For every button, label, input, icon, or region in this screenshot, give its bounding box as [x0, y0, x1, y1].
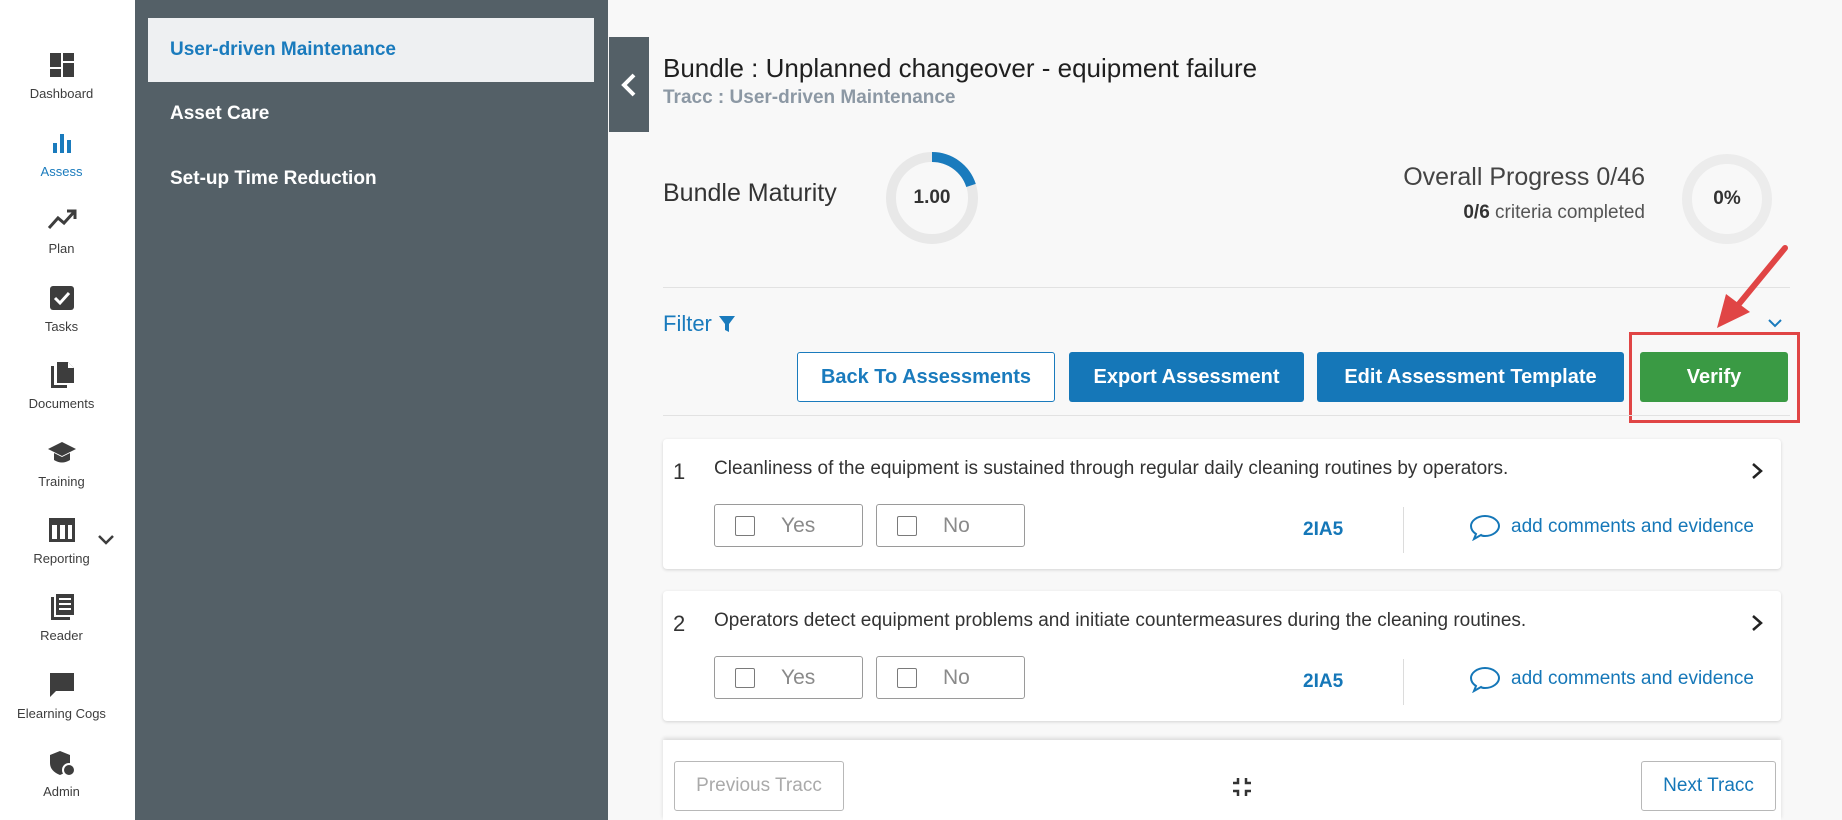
- documents-icon: [47, 360, 77, 390]
- expand-question-chevron-icon[interactable]: [1747, 611, 1767, 635]
- page-subtitle: Tracc : User-driven Maintenance: [663, 87, 956, 108]
- nav-item-label: Admin: [43, 784, 80, 799]
- no-checkbox[interactable]: [897, 515, 917, 536]
- criteria-code: 2IA5: [1303, 671, 1344, 692]
- export-assessment-button[interactable]: Export Assessment: [1069, 352, 1304, 402]
- nav-item-label: Training: [38, 474, 85, 489]
- icon-nav: Dashboard Assess Plan Tasks Documents Tr…: [0, 0, 135, 820]
- nav-item-tasks[interactable]: Tasks: [0, 283, 123, 334]
- previous-tracc-button[interactable]: Previous Tracc: [674, 761, 844, 811]
- back-to-assessments-button[interactable]: Back To Assessments: [797, 352, 1055, 402]
- filter-funnel-icon: [718, 316, 735, 332]
- nav-item-label: Assess: [40, 164, 83, 179]
- criteria-count: 0/6: [1463, 202, 1490, 223]
- bundle-maturity-label: Bundle Maturity: [663, 179, 837, 207]
- nav-item-dashboard[interactable]: Dashboard: [0, 50, 123, 101]
- overall-progress-percent: 0%: [1713, 188, 1741, 209]
- trend-icon: [47, 205, 77, 235]
- divider: [663, 415, 1790, 416]
- graduation-cap-icon: [47, 438, 77, 468]
- nav-item-label: Elearning Cogs: [17, 706, 106, 721]
- yes-option[interactable]: Yes: [714, 504, 863, 547]
- sidebar-item-asset-care[interactable]: Asset Care: [148, 82, 594, 146]
- divider: [663, 287, 1790, 288]
- chat-icon: [47, 670, 77, 700]
- nav-item-plan[interactable]: Plan: [0, 205, 123, 256]
- add-comments-label: add comments and evidence: [1511, 516, 1754, 537]
- question-text: Operators detect equipment problems and …: [714, 610, 1527, 631]
- nav-item-label: Reporting: [33, 551, 90, 566]
- nav-item-label: Reader: [40, 628, 83, 643]
- reporting-expand-chevron-icon[interactable]: [96, 530, 116, 550]
- add-comments-link[interactable]: add comments and evidence: [1469, 513, 1754, 541]
- yes-checkbox[interactable]: [735, 515, 755, 536]
- next-tracc-button[interactable]: Next Tracc: [1641, 761, 1776, 811]
- nav-item-label: Dashboard: [29, 86, 94, 101]
- reader-icon: [47, 592, 77, 622]
- nav-item-documents[interactable]: Documents: [0, 360, 123, 411]
- no-label: No: [943, 665, 970, 689]
- collapse-sidebar-button[interactable]: [609, 37, 649, 132]
- nav-item-assess[interactable]: Assess: [0, 128, 123, 179]
- no-option[interactable]: No: [876, 504, 1025, 547]
- question-number: 1: [673, 459, 686, 484]
- no-checkbox[interactable]: [897, 667, 917, 688]
- criteria-completed: 0/6 criteria completed: [1463, 202, 1645, 224]
- comment-bubble-icon: [1469, 514, 1501, 541]
- tracc-sidebar: User-driven Maintenance Asset Care Set-u…: [135, 0, 608, 820]
- bundle-maturity-value: 1.00: [913, 187, 951, 208]
- nav-item-training[interactable]: Training: [0, 438, 123, 489]
- bar-chart-icon: [47, 128, 77, 158]
- question-text: Cleanliness of the equipment is sustaine…: [714, 458, 1509, 479]
- question-number: 2: [673, 611, 686, 636]
- admin-shield-icon: [47, 748, 77, 778]
- verify-highlight-box: [1629, 332, 1800, 423]
- filter-toggle[interactable]: Filter: [663, 311, 736, 337]
- edit-assessment-template-button[interactable]: Edit Assessment Template: [1317, 352, 1624, 402]
- add-comments-label: add comments and evidence: [1511, 668, 1754, 689]
- question-card: 2 Operators detect equipment problems an…: [663, 591, 1781, 721]
- annotation-arrow-icon: [1717, 245, 1788, 328]
- checkbox-icon: [47, 283, 77, 313]
- chevron-left-icon: [621, 73, 636, 96]
- yes-label: Yes: [781, 513, 816, 537]
- criteria-text: criteria completed: [1489, 202, 1645, 223]
- question-card: 1 Cleanliness of the equipment is sustai…: [663, 439, 1781, 569]
- nav-item-label: Plan: [48, 241, 75, 256]
- no-option[interactable]: No: [876, 656, 1025, 699]
- comment-bubble-icon: [1469, 666, 1501, 693]
- dashboard-icon: [47, 50, 77, 80]
- sidebar-item-user-driven-maintenance[interactable]: User-driven Maintenance: [148, 18, 594, 82]
- sidebar-item-setup-time-reduction[interactable]: Set-up Time Reduction: [148, 147, 594, 211]
- nav-item-label: Tasks: [44, 319, 79, 334]
- nav-item-elearning-cogs[interactable]: Elearning Cogs: [0, 670, 123, 721]
- compress-icon[interactable]: [1231, 776, 1253, 798]
- page-title: Bundle : Unplanned changeover - equipmen…: [663, 53, 1258, 83]
- no-label: No: [943, 513, 970, 537]
- divider: [1403, 659, 1404, 705]
- yes-label: Yes: [781, 665, 816, 689]
- nav-item-admin[interactable]: Admin: [0, 748, 123, 799]
- expand-question-chevron-icon[interactable]: [1747, 459, 1767, 483]
- yes-checkbox[interactable]: [735, 667, 755, 688]
- add-comments-link[interactable]: add comments and evidence: [1469, 665, 1754, 693]
- filter-label: Filter: [663, 311, 712, 336]
- yes-option[interactable]: Yes: [714, 656, 863, 699]
- criteria-code: 2IA5: [1303, 519, 1344, 540]
- nav-item-reader[interactable]: Reader: [0, 592, 123, 643]
- nav-item-label: Documents: [28, 396, 95, 411]
- overall-progress-title: Overall Progress 0/46: [1403, 163, 1645, 191]
- divider: [1403, 507, 1404, 553]
- table-icon: [47, 515, 77, 545]
